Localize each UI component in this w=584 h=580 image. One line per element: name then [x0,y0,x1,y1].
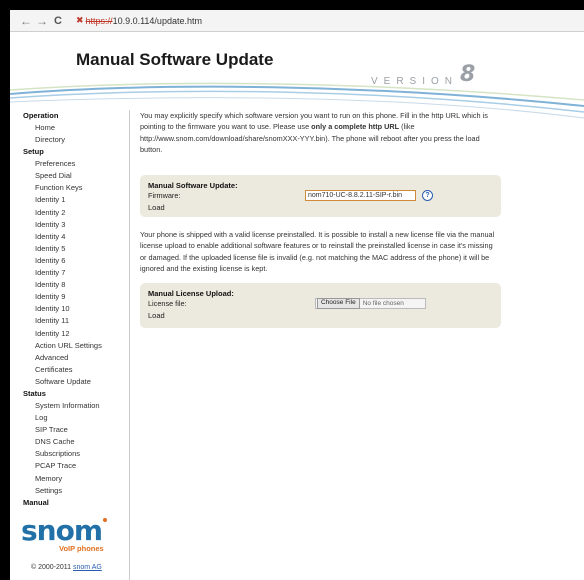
reload-icon[interactable]: C [50,15,66,27]
insecure-lock-icon: ✖ [76,15,84,25]
sidebar-item-identity-5[interactable]: Identity 5 [10,243,129,255]
sidebar-item-identity-8[interactable]: Identity 8 [10,279,129,291]
browser-window: ← → C ✖ https:// 10.9.0.114/update.htm M… [10,10,584,580]
software-update-title: Manual Software Update: [148,181,238,191]
sidebar-item-speed-dial[interactable]: Speed Dial [10,170,129,182]
intro-bold-text: only a complete http URL [311,122,400,132]
url-path: 10.9.0.114/update.htm [112,15,202,26]
sidebar-item-settings[interactable]: Settings [10,485,129,497]
sidebar-item-identity-11[interactable]: Identity 11 [10,315,129,327]
sidebar-item-identity-1[interactable]: Identity 1 [10,194,129,206]
sidebar-item-pcap-trace[interactable]: PCAP Trace [10,460,129,472]
sidebar-item-system-information[interactable]: System Information [10,400,129,412]
copyright-link[interactable]: snom AG [73,564,102,571]
sidebar-item-preferences[interactable]: Preferences [10,158,129,170]
page-title: Manual Software Update [76,50,274,69]
version-label: VERSION [371,76,459,87]
sidebar-item-home[interactable]: Home [10,122,129,134]
sidebar-item-identity-9[interactable]: Identity 9 [10,291,129,303]
intro-paragraph: You may explicitly specify which softwar… [140,110,501,155]
nav-group-manual[interactable]: Manual [10,497,129,509]
license-upload-panel: Manual License Upload: License file: Cho… [140,283,501,329]
main-content: You may explicitly specify which softwar… [140,110,501,329]
sidebar-item-identity-12[interactable]: Identity 12 [10,328,129,340]
sidebar-item-identity-10[interactable]: Identity 10 [10,303,129,315]
no-file-chosen-text: No file chosen [362,299,404,307]
logo-dot-icon [103,518,108,522]
nav-list: Operation Home Directory Setup Preferences Sp… [10,110,129,509]
sidebar-item-action-url-settings[interactable]: Action URL Settings [10,340,129,352]
firmware-load-button[interactable]: Load [148,203,493,212]
sidebar-item-identity-2[interactable]: Identity 2 [10,207,129,219]
sidebar-item-log[interactable]: Log [10,412,129,424]
header-swoosh-graphic [10,82,584,119]
version-number: 8 [460,62,476,87]
license-file-picker: Choose File No file chosen [315,298,426,310]
snom-logo: snom VoIP phones [21,514,108,553]
sidebar-item-identity-4[interactable]: Identity 4 [10,231,129,243]
nav-group-setup: Setup [23,147,44,157]
nav-group-operation: Operation [23,111,59,120]
license-load-button[interactable]: Load [148,311,493,320]
back-arrow-icon[interactable]: ← [18,14,34,28]
sidebar-item-function-keys[interactable]: Function Keys [10,182,129,194]
software-update-panel: Manual Software Update: Firmware: nom710… [140,175,501,218]
sidebar-item-dns-cache[interactable]: DNS Cache [10,436,129,448]
license-upload-title: Manual License Upload: [148,289,234,299]
forward-arrow-icon[interactable]: → [34,14,50,28]
sidebar-item-directory[interactable]: Directory [10,134,129,146]
nav-group-status: Status [23,388,46,398]
copyright-text: © 2000-2011 [31,564,72,571]
url-protocol: https:// [85,15,113,26]
copyright: © 2000-2011 snom AG [31,564,102,571]
sidebar-item-sip-trace[interactable]: SIP Trace [10,424,129,436]
sidebar-item-identity-6[interactable]: Identity 6 [10,255,129,267]
url-field[interactable]: ✖ https:// 10.9.0.114/update.htm [76,15,202,26]
help-icon[interactable]: ? [422,190,433,202]
logo-wordmark: snom [21,514,103,547]
sidebar-item-memory[interactable]: Memory [10,473,129,485]
license-paragraph: Your phone is shipped with a valid licen… [140,230,495,274]
sidebar-item-certificates[interactable]: Certificates [10,364,129,376]
sidebar-item-software-update[interactable]: Software Update [10,376,129,388]
page-header: Manual Software Update VERSION 8 [10,32,584,120]
firmware-url-input[interactable]: nom710-UC-8.8.2.11-SIP-r.bin [305,190,416,202]
license-file-row: License file: Choose File No file chosen [148,298,493,310]
address-bar: ← → C ✖ https:// 10.9.0.114/update.htm [10,10,584,32]
sidebar-item-identity-3[interactable]: Identity 3 [10,219,129,231]
sidebar-item-subscriptions[interactable]: Subscriptions [10,448,129,460]
sidebar-item-advanced[interactable]: Advanced [10,352,129,364]
sidebar-item-identity-7[interactable]: Identity 7 [10,267,129,279]
choose-file-button[interactable]: Choose File [317,298,360,310]
firmware-row: Firmware: nom710-UC-8.8.2.11-SIP-r.bin ? [148,190,493,202]
license-file-label: License file: [148,299,187,309]
sidebar-nav: Operation Home Directory Setup Preferences Sp… [10,110,130,580]
firmware-label: Firmware: [148,191,181,201]
logo-tagline: VoIP phones [59,544,104,553]
